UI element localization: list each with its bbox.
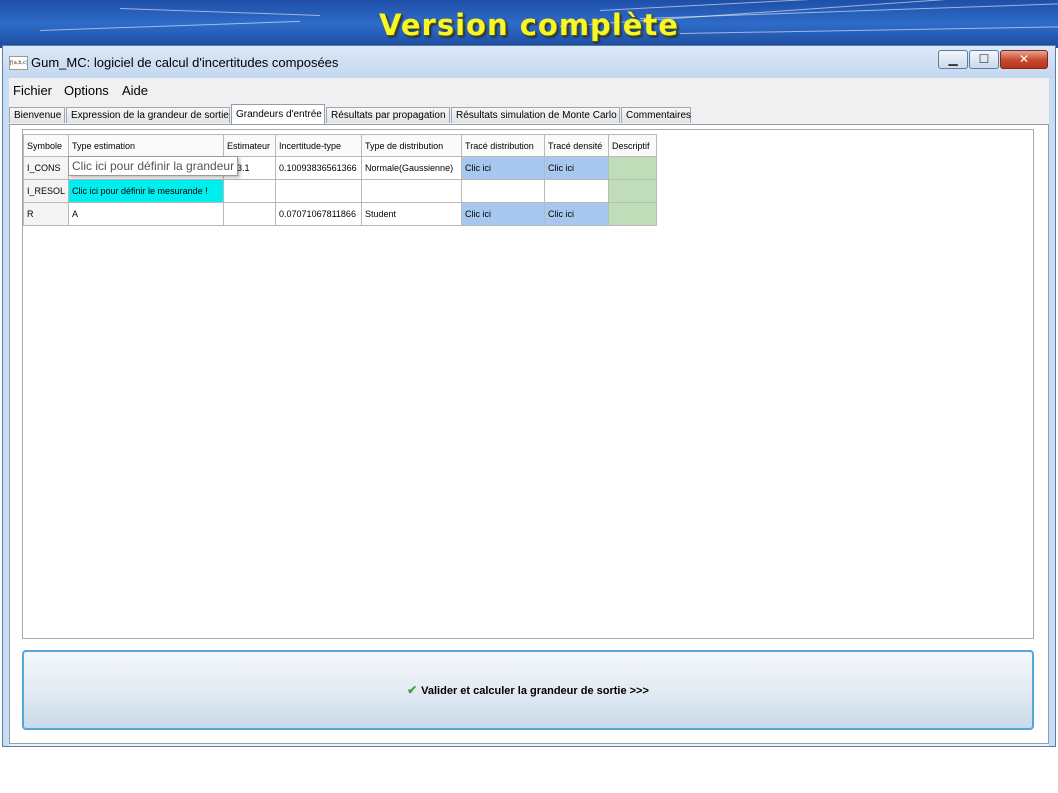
title-bar[interactable]: ƒ(a,b,c) Gum_MC: logiciel de calcul d'in… — [3, 46, 1055, 78]
client-area: Fichier Options Aide Bienvenue Expressio… — [9, 78, 1049, 746]
column-header[interactable]: Type de distribution — [361, 134, 463, 157]
tab-grandeurs-entree[interactable]: Grandeurs d'entrée — [231, 104, 325, 124]
cell-incertitude[interactable]: 0.07071067811866 — [275, 202, 363, 226]
cell-estimateur[interactable] — [223, 202, 277, 226]
cell-estimateur[interactable] — [223, 179, 277, 203]
column-header[interactable]: Estimateur — [223, 134, 277, 157]
column-header[interactable]: Type estimation — [68, 134, 225, 157]
maximize-button[interactable]: ☐ — [969, 50, 999, 69]
tab-expression[interactable]: Expression de la grandeur de sortie — [66, 107, 230, 123]
menu-fichier[interactable]: Fichier — [13, 83, 52, 98]
validate-button[interactable]: ✔ Valider et calculer la grandeur de sort… — [22, 650, 1034, 730]
column-header[interactable]: Descriptif — [608, 134, 658, 157]
cell-type-estimation[interactable]: A — [68, 202, 225, 226]
minimize-icon: ▁ — [948, 52, 958, 66]
menu-options[interactable]: Options — [64, 83, 109, 98]
check-icon: ✔ — [407, 683, 418, 697]
tab-panel: Symbole Type estimation Estimateur Incer… — [9, 124, 1049, 744]
tab-commentaires[interactable]: Commentaires — [621, 107, 691, 123]
cell-symbole[interactable]: I_RESOL — [22, 179, 70, 203]
cell-descriptif[interactable] — [608, 156, 658, 180]
tab-bienvenue[interactable]: Bienvenue — [9, 107, 65, 123]
input-quantities-table: Symbole Type estimation Estimateur Incer… — [22, 134, 658, 226]
tab-resultats-propagation[interactable]: Résultats par propagation — [326, 107, 450, 123]
tab-resultats-monte-carlo[interactable]: Résultats simulation de Monte Carlo — [451, 107, 620, 123]
cell-distribution[interactable]: Student — [361, 202, 463, 226]
cell-incertitude[interactable]: 0.10093836561366 — [275, 156, 363, 180]
cell-trace-densite[interactable] — [544, 179, 610, 203]
cell-trace-distribution[interactable] — [461, 179, 546, 203]
validate-button-label: Valider et calculer la grandeur de sorti… — [421, 685, 649, 697]
cell-type-estimation[interactable]: Clic ici pour définir le mesurande ! — [68, 179, 225, 203]
column-header[interactable]: Symbole — [22, 134, 70, 157]
cell-distribution[interactable]: Normale(Gaussienne) — [361, 156, 463, 180]
page-background — [0, 747, 1058, 793]
app-icon: ƒ(a,b,c) — [9, 56, 28, 70]
banner-title: Version complète — [379, 8, 679, 42]
table-row: I_RESOL Clic ici pour définir le mesuran… — [22, 179, 658, 203]
maximize-icon: ☐ — [978, 52, 990, 66]
minimize-button[interactable]: ▁ — [938, 50, 968, 69]
menu-aide[interactable]: Aide — [122, 83, 148, 98]
table-row: R A 0.07071067811866 Student Clic ici Cl… — [22, 202, 658, 226]
close-icon: ✕ — [1018, 52, 1030, 66]
window-title: Gum_MC: logiciel de calcul d'incertitude… — [31, 55, 339, 70]
cell-descriptif[interactable] — [608, 202, 658, 226]
cell-trace-densite[interactable]: Clic ici — [544, 156, 610, 180]
menu-bar: Fichier Options Aide — [9, 78, 1049, 102]
cell-trace-distribution[interactable]: Clic ici — [461, 202, 546, 226]
app-window: ƒ(a,b,c) Gum_MC: logiciel de calcul d'in… — [2, 45, 1056, 747]
table-area: Symbole Type estimation Estimateur Incer… — [22, 129, 1034, 639]
column-header[interactable]: Incertitude-type — [275, 134, 363, 157]
close-button[interactable]: ✕ — [1000, 50, 1048, 69]
cell-symbole[interactable]: R — [22, 202, 70, 226]
cell-trace-densite[interactable]: Clic ici — [544, 202, 610, 226]
tab-bar: Bienvenue Expression de la grandeur de s… — [9, 104, 1049, 124]
cell-incertitude[interactable] — [275, 179, 363, 203]
cell-symbole[interactable]: I_CONS — [22, 156, 70, 180]
tooltip: Clic ici pour définir la grandeur — [68, 156, 239, 176]
table-header-row: Symbole Type estimation Estimateur Incer… — [22, 134, 658, 157]
column-header[interactable]: Tracé distribution — [461, 134, 546, 157]
cell-descriptif[interactable] — [608, 179, 658, 203]
banner: Version complète — [0, 0, 1058, 48]
cell-trace-distribution[interactable]: Clic ici — [461, 156, 546, 180]
cell-distribution[interactable] — [361, 179, 463, 203]
column-header[interactable]: Tracé densité — [544, 134, 610, 157]
